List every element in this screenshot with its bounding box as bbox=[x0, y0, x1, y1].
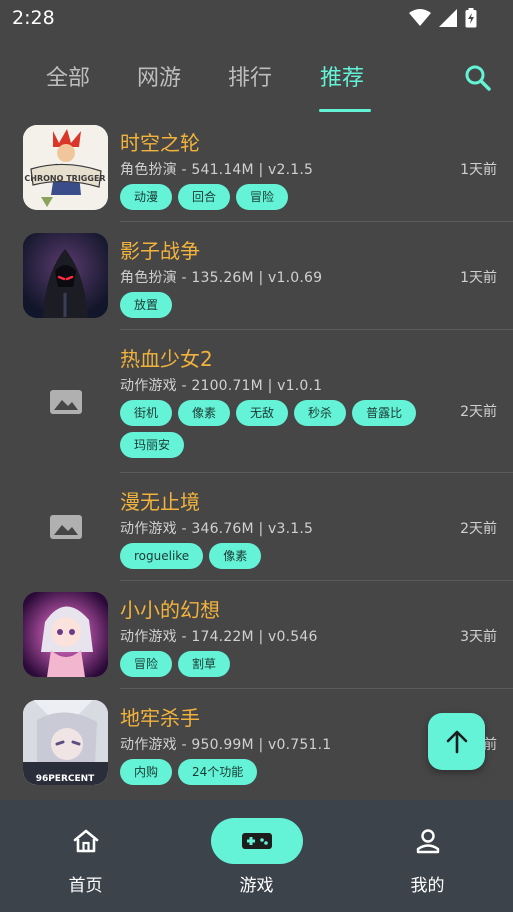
game-meta: 动作游戏 - 346.76M | v3.1.5 bbox=[120, 521, 314, 537]
tag-list: 动漫 回合 冒险 bbox=[120, 184, 430, 210]
game-item[interactable]: 小小的幻想 动作游戏 - 174.22M | v0.546 3天前 冒险 割草 bbox=[0, 581, 513, 689]
game-updated-time: 1天前 bbox=[460, 162, 497, 178]
nav-icon-container bbox=[210, 818, 303, 864]
nav-profile[interactable]: 我的 bbox=[342, 800, 513, 912]
game-tag[interactable]: 冒险 bbox=[120, 651, 173, 677]
tag-list: 街机 像素 无敌 秒杀 普露比 玛丽安 bbox=[120, 400, 430, 458]
nav-home[interactable]: 首页 bbox=[0, 800, 171, 912]
home-icon bbox=[73, 829, 98, 853]
nav-icon-container bbox=[40, 818, 132, 864]
nav-icon-container bbox=[382, 818, 474, 864]
game-tag[interactable]: 像素 bbox=[178, 400, 231, 426]
tab-online[interactable]: 网游 bbox=[137, 60, 181, 92]
game-tag[interactable]: 玛丽安 bbox=[120, 432, 185, 458]
tab-recommend[interactable]: 推荐 bbox=[320, 60, 364, 92]
tab-all[interactable]: 全部 bbox=[46, 60, 90, 92]
game-meta: 动作游戏 - 2100.71M | v1.0.1 bbox=[120, 378, 323, 394]
bottom-navigation: 首页 游戏 我的 bbox=[0, 800, 513, 912]
game-tag[interactable]: 冒险 bbox=[236, 184, 289, 210]
chrono-trigger-art: CHRONO TRIGGER bbox=[23, 125, 108, 210]
shadow-war-art bbox=[23, 233, 108, 318]
scroll-to-top-button[interactable] bbox=[428, 713, 485, 770]
tab-ranking[interactable]: 排行 bbox=[228, 60, 272, 92]
game-tag[interactable]: 无敌 bbox=[236, 400, 289, 426]
search-button[interactable] bbox=[463, 63, 493, 93]
search-icon bbox=[465, 65, 491, 91]
gamepad-icon bbox=[241, 833, 272, 849]
nav-label: 首页 bbox=[68, 876, 103, 896]
nav-label: 游戏 bbox=[239, 876, 274, 896]
game-title: 小小的幻想 bbox=[120, 598, 220, 622]
person-icon bbox=[416, 829, 439, 854]
game-updated-time: 1天前 bbox=[460, 270, 497, 286]
game-meta: 动作游戏 - 950.99M | v0.751.1 bbox=[120, 737, 332, 753]
game-meta: 动作游戏 - 174.22M | v0.546 bbox=[120, 629, 318, 645]
game-title: 漫无止境 bbox=[120, 490, 200, 514]
game-meta: 角色扮演 - 541.14M | v2.1.5 bbox=[120, 162, 314, 178]
status-bar: 2:28 bbox=[0, 0, 513, 36]
game-tag[interactable]: 24个功能 bbox=[178, 759, 258, 785]
game-tag[interactable]: 割草 bbox=[178, 651, 231, 677]
status-time: 2:28 bbox=[12, 7, 55, 29]
game-title: 时空之轮 bbox=[120, 131, 200, 155]
category-tabs: 全部 网游 排行 推荐 bbox=[0, 56, 513, 114]
image-placeholder-icon bbox=[49, 389, 82, 414]
svg-text:96PERCENT: 96PERCENT bbox=[36, 774, 95, 784]
active-tab-indicator bbox=[319, 109, 371, 112]
nav-games[interactable]: 游戏 bbox=[171, 800, 342, 912]
game-tag[interactable]: 内购 bbox=[120, 759, 173, 785]
game-item[interactable]: 热血少女2 动作游戏 - 2100.71M | v1.0.1 2天前 街机 像素… bbox=[0, 330, 513, 473]
game-thumbnail bbox=[23, 592, 108, 677]
game-tag[interactable]: 动漫 bbox=[120, 184, 173, 210]
tag-list: 放置 bbox=[120, 292, 430, 318]
tag-list: roguelike 像素 bbox=[120, 543, 430, 569]
tag-list: 冒险 割草 bbox=[120, 651, 430, 677]
game-meta: 角色扮演 - 135.26M | v1.0.69 bbox=[120, 270, 323, 286]
game-list: CHRONO TRIGGER 时空之轮 角色扮演 - 541.14M | v2.… bbox=[0, 114, 513, 797]
game-thumbnail: CHRONO TRIGGER bbox=[23, 125, 108, 210]
game-thumbnail bbox=[23, 359, 108, 444]
game-updated-time: 3天前 bbox=[460, 629, 497, 645]
game-tag[interactable]: roguelike bbox=[120, 543, 204, 569]
game-title: 热血少女2 bbox=[120, 347, 213, 371]
nav-label: 我的 bbox=[410, 876, 445, 896]
game-item[interactable]: 漫无止境 动作游戏 - 346.76M | v3.1.5 2天前 rogueli… bbox=[0, 473, 513, 581]
game-thumbnail bbox=[23, 233, 108, 318]
game-title: 地牢杀手 bbox=[120, 706, 200, 730]
status-icons bbox=[409, 8, 477, 28]
svg-text:CHRONO TRIGGER: CHRONO TRIGGER bbox=[24, 174, 105, 183]
game-updated-time: 前 bbox=[483, 737, 497, 753]
image-placeholder-icon bbox=[49, 514, 82, 539]
game-title: 影子战争 bbox=[120, 239, 200, 263]
little-fantasy-art bbox=[23, 592, 108, 677]
game-updated-time: 2天前 bbox=[460, 521, 497, 537]
dungeon-killer-art: 96PERCENT bbox=[23, 700, 108, 785]
game-tag[interactable]: 街机 bbox=[120, 400, 173, 426]
battery-icon bbox=[465, 8, 477, 28]
wifi-icon bbox=[409, 9, 431, 26]
game-tag[interactable]: 放置 bbox=[120, 292, 173, 318]
game-tag[interactable]: 回合 bbox=[178, 184, 231, 210]
signal-icon bbox=[439, 9, 457, 27]
game-updated-time: 2天前 bbox=[460, 404, 497, 420]
game-tag[interactable]: 像素 bbox=[209, 543, 262, 569]
game-thumbnail: 96PERCENT bbox=[23, 700, 108, 785]
game-thumbnail bbox=[23, 484, 108, 569]
arrow-up-icon bbox=[446, 730, 467, 753]
game-tag[interactable]: 普露比 bbox=[352, 400, 417, 426]
game-item[interactable]: 影子战争 角色扮演 - 135.26M | v1.0.69 1天前 放置 bbox=[0, 222, 513, 330]
tag-list: 内购 24个功能 bbox=[120, 759, 430, 785]
game-item[interactable]: CHRONO TRIGGER 时空之轮 角色扮演 - 541.14M | v2.… bbox=[0, 114, 513, 222]
game-tag[interactable]: 秒杀 bbox=[294, 400, 347, 426]
